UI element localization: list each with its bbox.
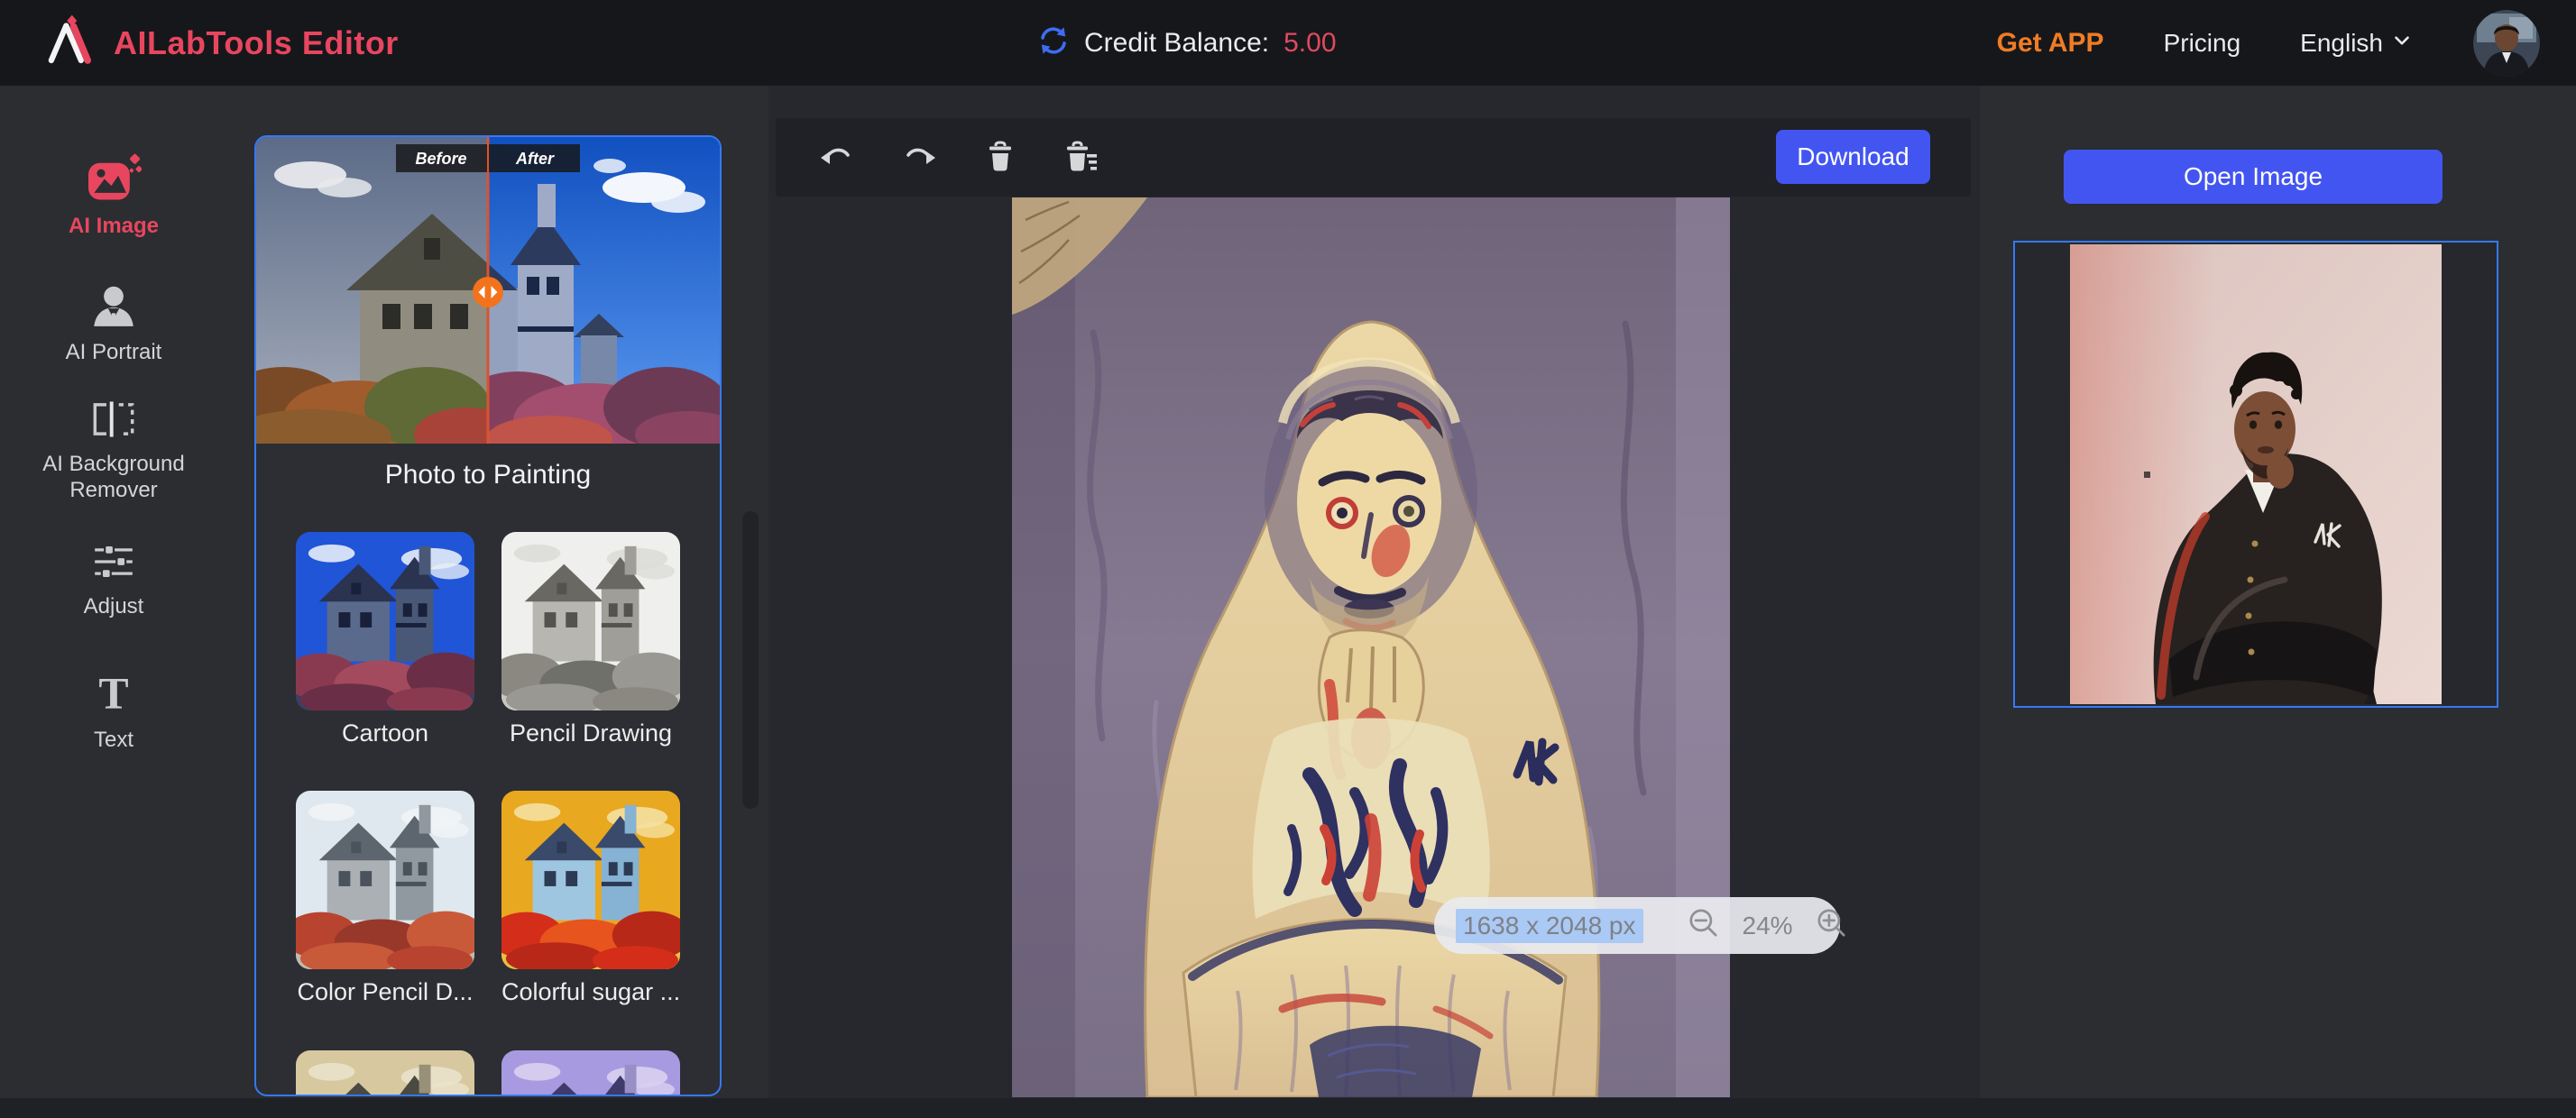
ailabtools-logo-icon (40, 11, 99, 75)
svg-text:T: T (98, 669, 128, 716)
style-thumbnail-partial-1[interactable] (296, 1050, 474, 1096)
sidebar-item-label: AI Background Remover (19, 452, 208, 504)
credit-balance: Credit Balance: 5.00 (1037, 0, 1337, 86)
background-remover-icon (87, 399, 140, 444)
original-image-thumbnail[interactable] (2013, 241, 2498, 708)
clear-all-icon[interactable] (1063, 139, 1099, 175)
chevron-down-icon (2390, 29, 2414, 57)
compare-slider-handle[interactable] (473, 277, 503, 307)
after-label: After (515, 150, 555, 168)
brand-logo[interactable]: AILabTools Editor (40, 11, 399, 75)
panel-title: Photo to Painting (256, 460, 720, 490)
status-bar: 1638 x 2048 px 24% (1434, 897, 1840, 954)
style-option (296, 1050, 474, 1096)
style-option: Cartoon (296, 532, 474, 747)
style-option: Color Pencil D... (296, 791, 474, 1006)
ai-image-icon (86, 151, 142, 206)
header-right-menu: Get APP Pricing English (1997, 0, 2540, 86)
sidebar-item-text[interactable]: T Text (0, 669, 227, 754)
style-thumbnail-cartoon[interactable] (296, 532, 474, 710)
undo-button[interactable] (818, 139, 854, 175)
before-after-preview[interactable]: Before After (256, 137, 720, 444)
sidebar-item-label: Adjust (19, 594, 208, 620)
get-app-link[interactable]: Get APP (1997, 28, 2104, 59)
canvas-workspace: Download (768, 86, 1980, 1118)
style-thumbnail-pencil-drawing[interactable] (501, 532, 680, 710)
sidebar-item-label: Text (19, 728, 208, 754)
style-thumbnail-color-pencil[interactable] (296, 791, 474, 969)
style-option: Colorful sugar ... (501, 791, 680, 1006)
app-window: AILabTools Editor Credit Balance: 5.00 G… (0, 0, 2576, 1118)
sidebar-item-ai-background-remover[interactable]: AI Background Remover (0, 399, 227, 504)
open-image-button[interactable]: Open Image (2064, 150, 2443, 204)
style-label: Pencil Drawing (501, 719, 680, 747)
language-label: English (2300, 29, 2383, 58)
sidebar-item-label: AI Image (19, 214, 208, 240)
download-button[interactable]: Download (1776, 130, 1930, 184)
bottom-edge-strip (0, 1098, 2576, 1118)
refresh-icon[interactable] (1037, 24, 1070, 61)
before-label: Before (415, 150, 466, 168)
text-tool-icon: T (87, 669, 140, 720)
style-option: Pencil Drawing (501, 532, 680, 747)
sidebar-item-adjust[interactable]: Adjust (0, 541, 227, 620)
style-thumbnail-colorful-sugar[interactable] (501, 791, 680, 969)
brand-title: AILabTools Editor (114, 24, 399, 62)
zoom-level: 24% (1743, 912, 1793, 940)
credit-balance-label: Credit Balance: (1084, 28, 1269, 59)
redo-button[interactable] (902, 139, 938, 175)
photo-to-painting-panel: Before After Photo to Painting Cartoon (254, 135, 722, 1096)
style-label: Cartoon (296, 719, 474, 747)
sidebar-item-ai-portrait[interactable]: AI Portrait (0, 281, 227, 366)
source-image-panel: Open Image (1980, 86, 2576, 1118)
sidebar-item-label: AI Portrait (19, 340, 208, 366)
panel-scrollbar[interactable] (742, 511, 759, 809)
style-label: Colorful sugar ... (501, 978, 680, 1006)
style-thumbnail-partial-2[interactable] (501, 1050, 680, 1096)
delete-icon[interactable] (982, 139, 1018, 175)
person-icon (87, 281, 140, 333)
style-option (501, 1050, 680, 1096)
style-label: Color Pencil D... (296, 978, 474, 1006)
image-dimensions[interactable]: 1638 x 2048 px (1456, 909, 1643, 943)
credit-balance-value: 5.00 (1283, 28, 1336, 59)
sliders-icon (89, 541, 138, 587)
user-avatar[interactable] (2473, 10, 2540, 77)
zoom-out-icon[interactable] (1685, 904, 1723, 947)
pricing-link[interactable]: Pricing (2164, 29, 2241, 58)
header-bar: AILabTools Editor Credit Balance: 5.00 G… (0, 0, 2576, 86)
sidebar-item-ai-image[interactable]: AI Image (0, 151, 227, 240)
zoom-in-icon[interactable] (1813, 904, 1851, 947)
original-portrait-photo (2070, 244, 2442, 704)
language-selector[interactable]: English (2300, 29, 2414, 58)
canvas-artwork[interactable] (1012, 197, 1730, 1097)
